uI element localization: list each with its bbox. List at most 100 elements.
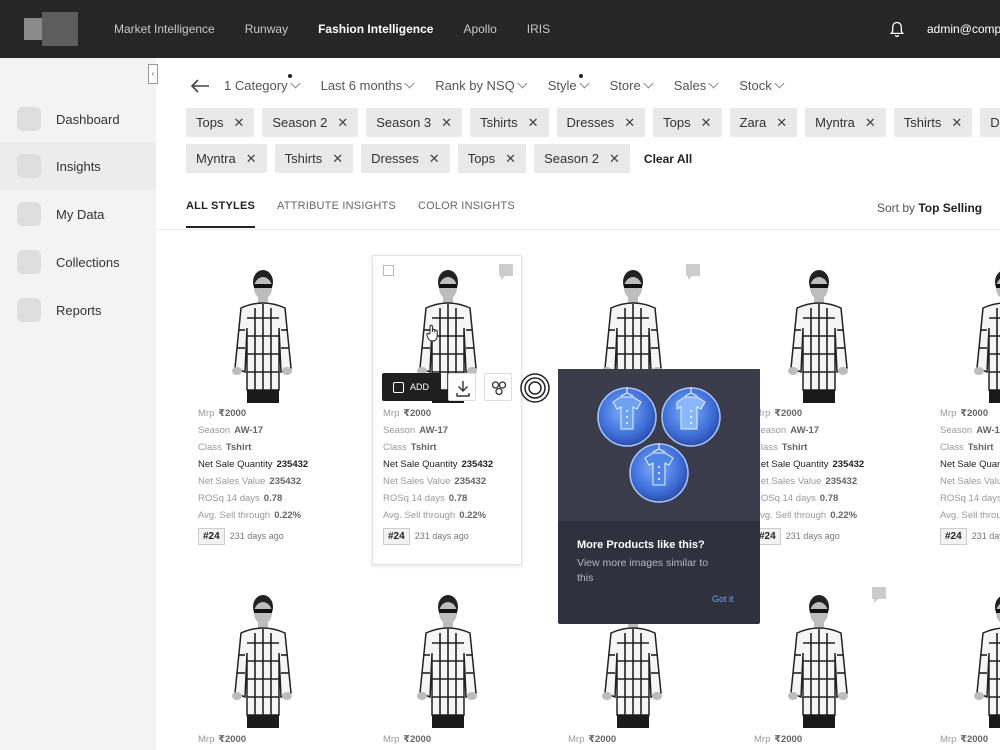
reports-icon xyxy=(17,298,41,322)
comment-icon[interactable] xyxy=(872,587,886,603)
product-image[interactable] xyxy=(223,268,303,403)
metric-value: ₹2000 xyxy=(774,408,803,419)
metric-label: Class xyxy=(198,442,222,453)
product-image[interactable] xyxy=(779,593,859,728)
close-icon[interactable]: ✕ xyxy=(246,151,257,167)
metric-value: 235432 xyxy=(269,476,302,487)
close-icon[interactable]: ✕ xyxy=(505,151,516,167)
tab-color-insights[interactable]: COLOR INSIGHTS xyxy=(418,200,515,228)
active-filter-dot xyxy=(288,74,292,78)
close-icon[interactable]: ✕ xyxy=(332,151,343,167)
metric-value: Tshirt xyxy=(967,442,994,453)
filter-rank[interactable]: Rank by NSQ xyxy=(435,78,528,93)
close-icon[interactable]: ✕ xyxy=(233,115,244,131)
dashboard-icon xyxy=(17,107,41,131)
similar-products-button[interactable] xyxy=(484,373,512,401)
metric-label: Class xyxy=(940,442,964,453)
close-icon[interactable]: ✕ xyxy=(441,115,452,131)
user-account[interactable]: admin@compa xyxy=(927,22,1000,36)
filter-label: Style xyxy=(547,78,577,93)
sidebar-item-label: Insights xyxy=(56,158,101,174)
product-info: Mrp ₹2000 xyxy=(568,731,616,748)
metric-label: Net Sale Quantity xyxy=(383,459,458,470)
checkbox-icon xyxy=(393,381,404,393)
chip-label: Tshirts xyxy=(480,115,518,130)
sidebar-item-reports[interactable]: Reports xyxy=(0,286,156,334)
metric-label: ROSq 14 days xyxy=(940,493,1000,504)
add-to-collection-button[interactable]: ADD xyxy=(382,373,441,401)
close-icon[interactable]: ✕ xyxy=(609,151,620,167)
metric-label: Mrp xyxy=(568,734,585,745)
nav-market-intelligence[interactable]: Market Intelligence xyxy=(114,22,215,36)
filter-store[interactable]: Store xyxy=(610,78,654,93)
rank-badge: #24 xyxy=(198,528,225,545)
product-image[interactable] xyxy=(965,593,1000,728)
chevron-down-icon xyxy=(517,78,528,89)
close-icon[interactable]: ✕ xyxy=(701,115,712,131)
sidebar-item-label: Collections xyxy=(56,254,120,270)
close-icon[interactable]: ✕ xyxy=(776,115,787,131)
tab-attribute-insights[interactable]: ATTRIBUTE INSIGHTS xyxy=(277,200,396,228)
got-it-button[interactable]: Got it xyxy=(712,594,734,604)
sort-dropdown[interactable]: Sort by Top Selling xyxy=(877,201,982,215)
sidebar: Dashboard Insights My Data Collections R… xyxy=(0,58,156,750)
clear-all-button[interactable]: Clear All xyxy=(638,144,692,173)
back-arrow-icon[interactable] xyxy=(190,78,210,94)
product-image[interactable] xyxy=(223,593,303,728)
metric-row: ClassTshirt xyxy=(198,439,308,456)
metric-row: Mrp₹2000 xyxy=(940,405,1000,422)
nav-fashion-intelligence[interactable]: Fashion Intelligence xyxy=(318,22,433,36)
close-icon[interactable]: ✕ xyxy=(429,151,440,167)
chip-label: Dresses xyxy=(371,151,419,166)
sidebar-item-collections[interactable]: Collections xyxy=(0,238,156,286)
age-text: 231 days ago xyxy=(971,531,1000,541)
sidebar-item-dashboard[interactable]: Dashboard xyxy=(0,95,156,143)
close-icon[interactable]: ✕ xyxy=(624,115,635,131)
nav-iris[interactable]: IRIS xyxy=(527,22,550,36)
filter-sales[interactable]: Sales xyxy=(674,78,719,93)
product-checkbox[interactable] xyxy=(383,265,394,276)
nav-apollo[interactable]: Apollo xyxy=(463,22,496,36)
filter-label: Stock xyxy=(739,78,772,93)
metric-value: 235432 xyxy=(832,459,865,470)
product-image[interactable] xyxy=(965,268,1000,403)
tab-all-styles[interactable]: ALL STYLES xyxy=(186,200,256,228)
sidebar-item-my-data[interactable]: My Data xyxy=(0,190,156,238)
product-image[interactable] xyxy=(779,268,859,403)
logo[interactable] xyxy=(24,12,80,48)
sidebar-item-label: My Data xyxy=(56,206,105,222)
download-button[interactable] xyxy=(448,373,476,401)
sidebar-collapse-button[interactable]: ‹ xyxy=(148,64,158,84)
filter-stock[interactable]: Stock xyxy=(739,78,785,93)
filter-style[interactable]: Style xyxy=(547,74,590,93)
metric-label: Avg. Sell through xyxy=(754,510,827,521)
chevron-down-icon xyxy=(708,78,719,89)
metric-label: Season xyxy=(198,425,231,436)
bell-icon[interactable] xyxy=(889,21,905,38)
filter-time-range[interactable]: Last 6 months xyxy=(321,78,415,93)
metric-value: ₹2000 xyxy=(403,734,432,745)
filter-label: 1 Category xyxy=(224,78,288,93)
metric-label: Mrp xyxy=(383,408,400,419)
metric-value: ₹2000 xyxy=(218,734,247,745)
metric-value: 0.78 xyxy=(448,493,468,504)
product-info: Mrp₹2000SeasonAW-17ClassTshirtNet Sale Q… xyxy=(198,405,308,545)
close-icon[interactable]: ✕ xyxy=(951,115,962,131)
filter-category[interactable]: 1 Category xyxy=(224,74,301,93)
close-icon[interactable]: ✕ xyxy=(528,115,539,131)
metric-label: Mrp xyxy=(754,734,771,745)
close-icon[interactable]: ✕ xyxy=(337,115,348,131)
close-icon[interactable]: ✕ xyxy=(865,115,876,131)
rank-row: #24 231 days ago xyxy=(198,528,308,545)
product-image[interactable] xyxy=(408,593,488,728)
comment-icon[interactable] xyxy=(499,264,513,280)
onboarding-tooltip: More Products like this? View more image… xyxy=(558,369,760,624)
nav-runway[interactable]: Runway xyxy=(245,22,288,36)
top-navbar: Market Intelligence Runway Fashion Intel… xyxy=(0,0,1000,58)
metric-row: ROSq 14 days0.78 xyxy=(940,490,1000,507)
sidebar-item-insights[interactable]: Insights xyxy=(0,142,156,190)
download-icon xyxy=(456,381,470,397)
comment-icon[interactable] xyxy=(686,264,700,280)
chip-label: Tshirts xyxy=(284,151,323,166)
filter-chip: Season 2 ✕ xyxy=(534,144,630,173)
